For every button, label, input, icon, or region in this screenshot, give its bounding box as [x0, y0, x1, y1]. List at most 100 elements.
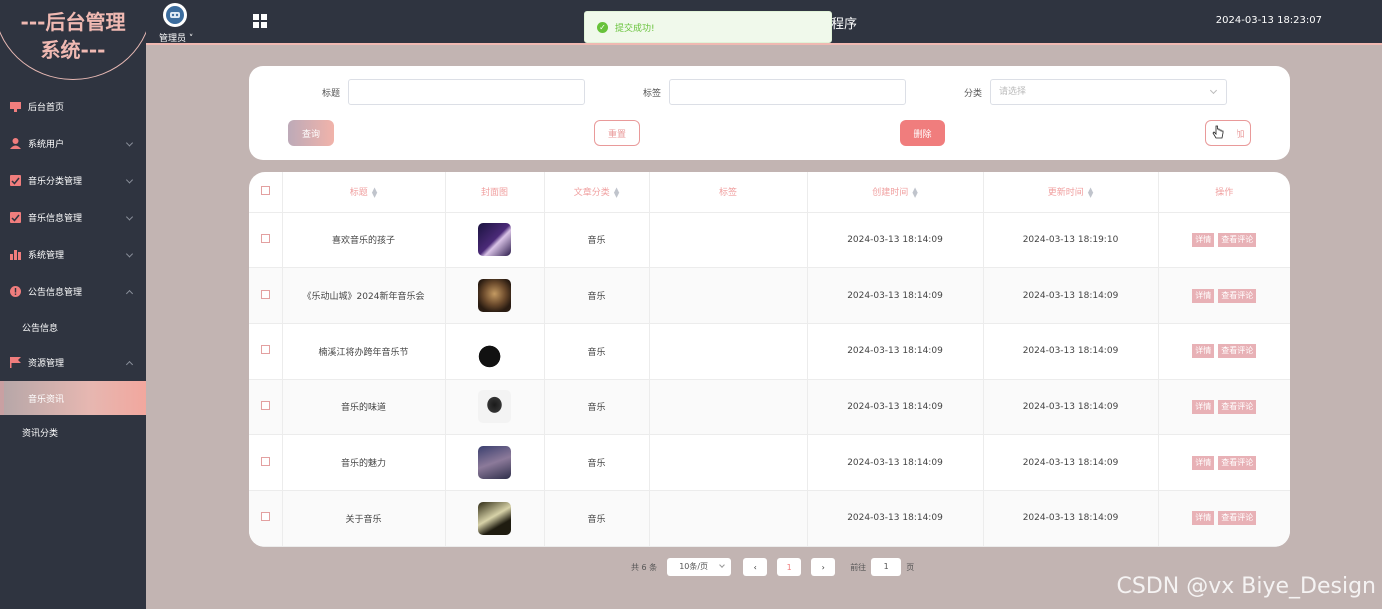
tag-input[interactable]: [669, 79, 906, 105]
cell-updated: 2024-03-13 18:14:09: [983, 379, 1159, 436]
detail-button[interactable]: 详情: [1192, 511, 1215, 526]
cell-tag: [649, 490, 808, 547]
detail-button[interactable]: 详情: [1192, 455, 1215, 470]
sort-icon[interactable]: ▲ ▼: [372, 186, 377, 198]
sort-icon[interactable]: ▲ ▼: [912, 186, 917, 198]
cover-image[interactable]: [478, 223, 511, 257]
row-checkbox[interactable]: [260, 400, 270, 410]
info-icon: [10, 286, 21, 297]
data-table: 标题 ▲ ▼ 封面图 文章分类 ▲ ▼ 标签 创建时间 ▲ ▼ 更新时间 ▲ ▼ 操作 喜欢音乐…: [249, 172, 1290, 547]
table-row: 音乐的魅力 音乐 2024-03-13 18:14:09 2024-03-13 18:…: [249, 434, 1290, 491]
cover-image[interactable]: [478, 446, 511, 480]
row-checkbox[interactable]: [260, 512, 270, 522]
sidebar-item-music-category[interactable]: 音乐分类管理: [0, 162, 146, 199]
sort-icon[interactable]: ▲ ▼: [1088, 186, 1093, 198]
sidebar-item-label: 资讯分类: [22, 428, 59, 439]
row-select-cell: [249, 490, 283, 547]
cell-category: 音乐: [544, 379, 650, 436]
page-size-select[interactable]: 10条/页: [667, 558, 732, 576]
sidebar-item-users[interactable]: 系统用户: [0, 125, 146, 162]
sidebar-subitem-music-news[interactable]: 音乐资讯: [0, 381, 146, 415]
column-header-actions: 操作: [1158, 172, 1290, 213]
column-header-updated[interactable]: 更新时间 ▲ ▼: [983, 172, 1159, 213]
view-comments-button[interactable]: 查看评论: [1218, 399, 1257, 414]
user-menu[interactable]: 管理员 ˅: [159, 31, 193, 44]
sidebar-item-music-info[interactable]: 音乐信息管理: [0, 199, 146, 236]
view-comments-button[interactable]: 查看评论: [1218, 455, 1257, 470]
select-all-checkbox[interactable]: [260, 185, 270, 195]
sidebar-item-system[interactable]: 系统管理: [0, 236, 146, 273]
monitor-icon: [10, 101, 21, 112]
row-select-cell: [249, 434, 283, 491]
cell-tag: [649, 434, 808, 491]
add-button[interactable]: 添加: [1205, 120, 1251, 146]
view-comments-button[interactable]: 查看评论: [1218, 344, 1257, 359]
cover-image[interactable]: [478, 279, 511, 313]
column-header-category[interactable]: 文章分类 ▲ ▼: [544, 172, 650, 213]
page-number-current[interactable]: 1: [777, 558, 802, 576]
query-button[interactable]: 查询: [288, 120, 334, 146]
detail-button[interactable]: 详情: [1192, 344, 1215, 359]
goto-page-input[interactable]: 1: [871, 558, 902, 576]
sort-icon[interactable]: ▲ ▼: [614, 186, 619, 198]
cell-updated: 2024-03-13 18:14:09: [983, 434, 1159, 491]
column-header-title[interactable]: 标题 ▲ ▼: [282, 172, 446, 213]
sidebar-item-label: 公告信息: [22, 323, 59, 334]
cell-created: 2024-03-13 18:14:09: [807, 379, 984, 436]
next-page-button[interactable]: ›: [811, 558, 836, 576]
title-input[interactable]: [348, 79, 585, 105]
flag-icon: [10, 357, 21, 368]
caret-down-icon: ˅: [188, 34, 194, 44]
app-grid-icon[interactable]: [253, 14, 267, 28]
cover-image[interactable]: [478, 501, 511, 535]
view-comments-button[interactable]: 查看评论: [1218, 232, 1257, 247]
success-toast: ✓ 提交成功!: [584, 11, 832, 43]
chevron-left-icon: ‹: [753, 562, 757, 572]
view-comments-button[interactable]: 查看评论: [1218, 511, 1257, 526]
cell-actions: 详情 查看评论: [1158, 267, 1290, 324]
reset-button[interactable]: 重置: [594, 120, 640, 146]
delete-button[interactable]: 删除: [900, 120, 945, 146]
cell-tag: [649, 323, 808, 380]
sidebar-subitem-news-category[interactable]: 资讯分类: [0, 415, 146, 449]
row-checkbox[interactable]: [260, 289, 270, 299]
chevron-up-icon: [125, 360, 134, 368]
cell-updated: 2024-03-13 18:14:09: [983, 267, 1159, 324]
column-header-created[interactable]: 创建时间 ▲ ▼: [807, 172, 984, 213]
detail-button[interactable]: 详情: [1192, 232, 1215, 247]
row-checkbox[interactable]: [260, 345, 270, 355]
avatar[interactable]: [163, 3, 187, 27]
table-row: 喜欢音乐的孩子 音乐 2024-03-13 18:14:09 2024-03-13 1…: [249, 212, 1290, 269]
sidebar: ---后台管理 系统--- 后台首页 系统用户 音乐分类管理 音乐信息管理 系统管…: [0, 0, 146, 609]
prev-page-button[interactable]: ‹: [743, 558, 768, 576]
cell-cover: [445, 323, 545, 380]
tag-label: 标签: [643, 89, 662, 99]
row-checkbox[interactable]: [260, 456, 270, 466]
sidebar-subitem-notice-info[interactable]: 公告信息: [0, 310, 146, 344]
chevron-right-icon: ›: [821, 562, 825, 572]
pagination: 共 6 条 10条/页 ‹ 1 › 前往 1 页: [631, 558, 914, 576]
sidebar-item-label: 系统用户: [28, 140, 65, 150]
view-comments-button[interactable]: 查看评论: [1218, 288, 1257, 303]
sidebar-item-resources[interactable]: 资源管理: [0, 344, 146, 381]
add-button-label: 添加: [1226, 129, 1245, 140]
sidebar-item-notice[interactable]: 公告信息管理: [0, 273, 146, 310]
category-select[interactable]: 请选择: [990, 79, 1227, 105]
bar-chart-icon: [10, 249, 21, 260]
sidebar-item-label: 资源管理: [28, 359, 65, 369]
cell-created: 2024-03-13 18:14:09: [807, 267, 984, 324]
sidebar-item-home[interactable]: 后台首页: [0, 88, 146, 125]
row-checkbox[interactable]: [260, 233, 270, 243]
cell-cover: [445, 490, 545, 547]
cell-tag: [649, 379, 808, 436]
cell-actions: 详情 查看评论: [1158, 490, 1290, 547]
logo-area: ---后台管理 系统---: [0, 0, 146, 82]
cover-image[interactable]: [478, 390, 511, 424]
cell-updated: 2024-03-13 18:14:09: [983, 490, 1159, 547]
detail-button[interactable]: 详情: [1192, 288, 1215, 303]
cell-created: 2024-03-13 18:14:09: [807, 490, 984, 547]
cover-image[interactable]: [478, 334, 511, 368]
toast-message: 提交成功!: [615, 23, 655, 34]
search-panel: 标题 标签 分类 请选择 查询 重置 删除 添加: [249, 66, 1290, 160]
detail-button[interactable]: 详情: [1192, 399, 1215, 414]
